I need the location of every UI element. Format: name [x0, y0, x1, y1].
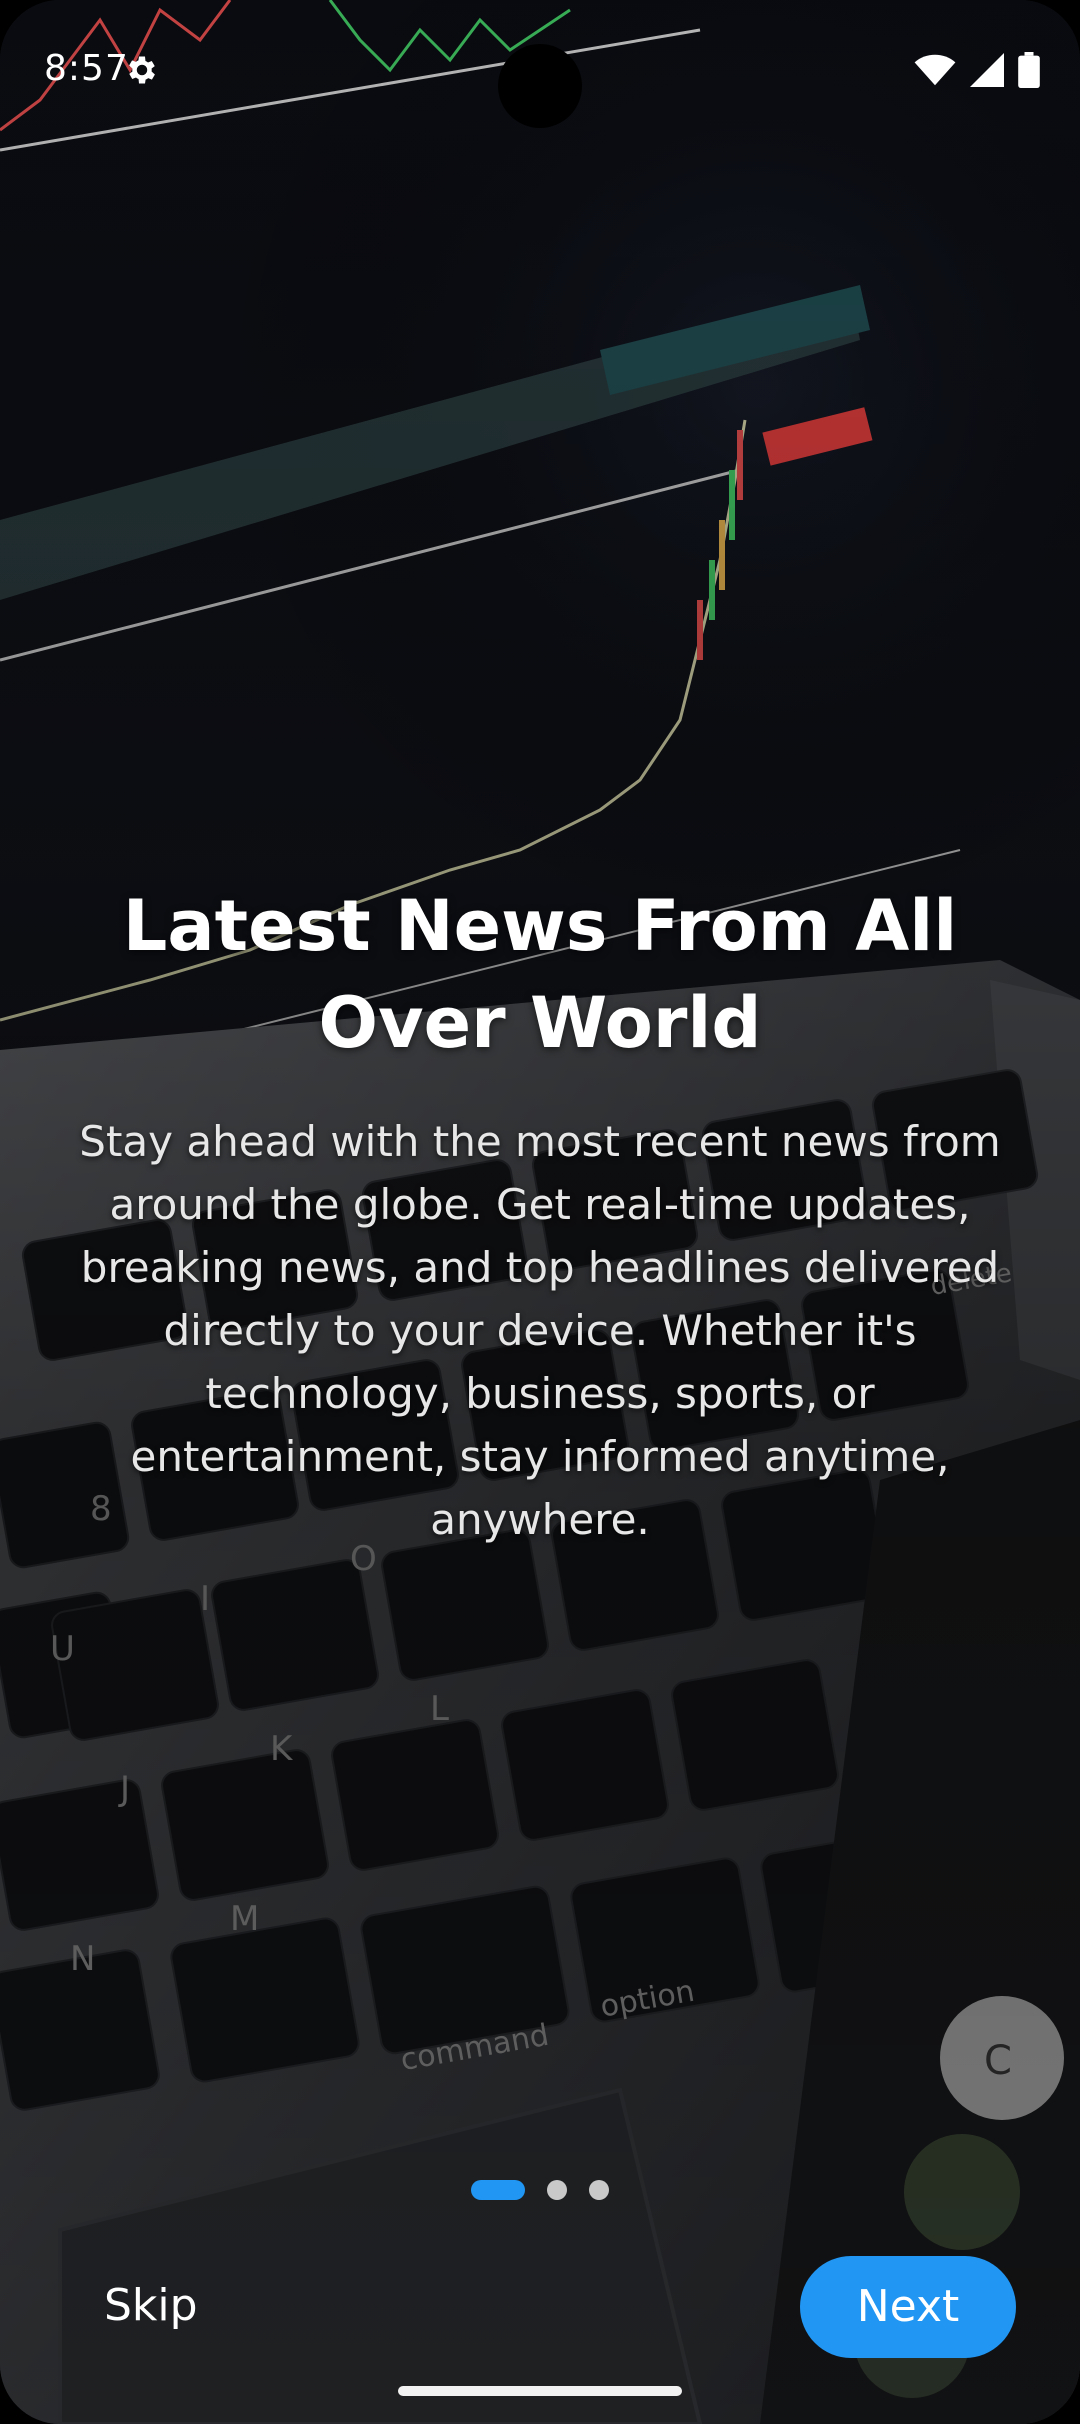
settings-gear-icon	[124, 52, 160, 88]
status-icons	[914, 52, 1040, 88]
status-bar: 8:57	[0, 0, 1080, 140]
status-time: 8:57	[44, 48, 129, 89]
page-dot[interactable]	[547, 2180, 567, 2200]
camera-cutout	[498, 44, 582, 128]
wifi-icon	[914, 53, 956, 87]
onboarding-description: Stay ahead with the most recent news fro…	[79, 1117, 1001, 1544]
skip-button[interactable]: Skip	[70, 2256, 220, 2356]
page-dot[interactable]	[589, 2180, 609, 2200]
onboarding-screen: 8 O U I J K L N M command option delete …	[0, 0, 1080, 2424]
onboarding-title: Latest News From All Over World	[122, 885, 958, 1064]
next-button[interactable]: Next	[800, 2256, 1016, 2358]
signal-icon	[970, 53, 1004, 87]
home-indicator[interactable]	[398, 2386, 682, 2396]
page-indicator	[0, 2180, 1080, 2200]
page-dot-active[interactable]	[471, 2180, 525, 2200]
battery-icon	[1018, 52, 1040, 88]
